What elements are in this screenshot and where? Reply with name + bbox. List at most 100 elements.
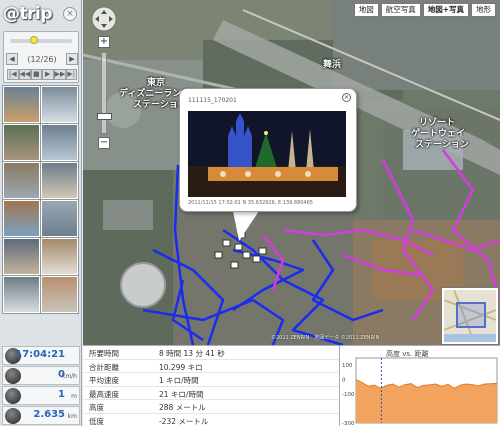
summary-row: 低度 -232 メートル: [83, 414, 339, 426]
speed-stat: 0 km/h: [2, 366, 80, 385]
map-type-satellite[interactable]: 航空写真: [380, 3, 421, 17]
summary-row: 平均速度 1 キロ/時間: [83, 373, 339, 387]
photo-thumbnail[interactable]: [2, 199, 41, 238]
photo-thumbnail[interactable]: [2, 85, 41, 124]
map-type-terrain[interactable]: 地形: [471, 3, 496, 17]
overview-minimap[interactable]: [441, 287, 499, 345]
photo-thumbnail[interactable]: [2, 275, 41, 314]
map-copyright: ©2011 ZENRIN - 地図データ ©2011 ZENRIN: [271, 335, 380, 341]
photo-pin-icon[interactable]: [258, 247, 267, 255]
summary-label: 合計距離: [89, 362, 119, 372]
left-sidebar: @trip × ◀ (12/26) ▶ |◀ ◀◀ ■ ▶ ▶▶ ▶| 17:0…: [0, 0, 82, 426]
next-photo-button[interactable]: ▶: [65, 53, 78, 65]
photo-player: ◀ (12/26) ▶ |◀ ◀◀ ■ ▶ ▶▶ ▶|: [3, 31, 79, 83]
y-tick-label: -100: [342, 392, 355, 398]
prev-photo-button[interactable]: ◀: [6, 53, 18, 65]
photo-pin-icon[interactable]: [222, 239, 231, 247]
summary-label: 最高速度: [89, 389, 119, 399]
summary-label: 高度: [89, 403, 104, 412]
playback-slider[interactable]: [10, 36, 72, 44]
logo-text: @trip: [3, 4, 53, 24]
rewind-button[interactable]: ◀◀: [18, 69, 31, 80]
photo-thumbnail[interactable]: [40, 85, 79, 124]
zoom-in-button[interactable]: +: [98, 36, 110, 48]
summary-label: 低度: [89, 416, 104, 426]
close-icon[interactable]: ×: [63, 7, 77, 21]
summary-label: 平均速度: [89, 376, 119, 385]
zoom-handle[interactable]: [97, 113, 112, 120]
satellite-map[interactable]: 地図 航空写真 地図+写真 地形 + − 東京 ディズニーランド ステーション …: [83, 0, 500, 345]
counter-row: ◀ (12/26) ▶: [6, 52, 78, 66]
summary-value: -232 メートル: [159, 416, 209, 426]
speed-unit: km/h: [61, 373, 77, 380]
distance-stat: 2.635 km: [2, 406, 80, 425]
photo-popup: 111115_170201 × 2011/11/15 17:02:01 N 35…: [179, 88, 357, 212]
elevation-chart: 高度 vs. 距離 100 0 -100 -300: [339, 345, 500, 426]
summary-label: 所要時間: [89, 349, 119, 358]
photo-thumbnail-grid: [2, 85, 79, 340]
zoom-out-button[interactable]: −: [98, 137, 110, 149]
photo-thumbnail[interactable]: [2, 161, 41, 200]
app-root: @trip × ◀ (12/26) ▶ |◀ ◀◀ ■ ▶ ▶▶ ▶| 17:0…: [0, 0, 500, 426]
photo-thumbnail[interactable]: [40, 275, 79, 314]
stop-button[interactable]: ■: [30, 69, 42, 80]
altimeter-icon: [5, 388, 21, 404]
app-logo: @trip ×: [3, 4, 79, 28]
live-stats: 17:04:21 0 km/h 1 m 2.635 km: [0, 344, 82, 426]
photo-counter: (12/26): [27, 54, 57, 64]
pan-control-icon[interactable]: [91, 6, 117, 32]
map-type-map[interactable]: 地図: [353, 3, 379, 17]
popup-close-icon[interactable]: ×: [342, 93, 351, 102]
zoom-slider[interactable]: [97, 52, 112, 134]
time-value: 17:04:21: [15, 349, 65, 360]
popup-tail: [233, 211, 259, 241]
elevation-plot[interactable]: 100 0 -100 -300: [340, 346, 500, 426]
summary-row: 所要時間 8 時間 13 分 41 秒: [83, 346, 339, 360]
photo-thumbnail[interactable]: [40, 199, 79, 238]
photo-pin-icon[interactable]: [252, 255, 261, 263]
summary-value: 1 キロ/時間: [159, 376, 199, 385]
slider-knob[interactable]: [29, 36, 38, 44]
distance-value: 2.635: [33, 409, 65, 420]
popup-caption: 2011/11/15 17:02:01 N 35.632926, E 139.8…: [188, 200, 313, 206]
map-navigation: + −: [89, 6, 119, 156]
first-button[interactable]: |◀: [7, 69, 19, 80]
summary-value: 8 時間 13 分 41 秒: [159, 349, 225, 358]
trip-summary: 所要時間 8 時間 13 分 41 秒合計距離 10.299 キロ平均速度 1 キロ/…: [83, 345, 339, 426]
map-label-maihama: 舞浜: [323, 60, 342, 70]
altitude-stat: 1 m: [2, 386, 80, 405]
altitude-value: 1: [58, 389, 65, 400]
altitude-unit: m: [71, 393, 77, 400]
photo-thumbnail[interactable]: [2, 237, 41, 276]
shoe-icon: [5, 408, 21, 424]
summary-value: 288 メートル: [159, 403, 206, 412]
summary-row: 合計距離 10.299 キロ: [83, 360, 339, 373]
last-button[interactable]: ▶|: [65, 69, 77, 80]
play-button[interactable]: ▶: [42, 69, 54, 80]
photo-thumbnail[interactable]: [40, 161, 79, 200]
minimap-viewport[interactable]: [456, 302, 486, 328]
photo-thumbnail[interactable]: [40, 237, 79, 276]
forward-button[interactable]: ▶▶: [53, 69, 66, 80]
time-stat: 17:04:21: [2, 346, 80, 365]
map-type-switcher: 地図 航空写真 地図+写真 地形: [353, 3, 496, 17]
summary-row: 高度 288 メートル: [83, 400, 339, 414]
photo-pin-icon[interactable]: [230, 261, 239, 269]
map-label-station-2: ステーション: [415, 140, 469, 150]
popup-title: 111115_170201: [188, 97, 237, 104]
map-type-hybrid[interactable]: 地図+写真: [422, 3, 469, 17]
popup-photo[interactable]: [188, 111, 346, 197]
photo-thumbnail[interactable]: [2, 123, 41, 162]
photo-pin-icon[interactable]: [242, 251, 251, 259]
summary-value: 21 キロ/時間: [159, 389, 204, 399]
photo-pin-icon[interactable]: [214, 251, 223, 259]
y-tick-label: 0: [342, 378, 346, 384]
summary-row: 最高速度 21 キロ/時間: [83, 387, 339, 400]
photo-thumbnail[interactable]: [40, 123, 79, 162]
y-tick-label: 100: [342, 363, 353, 369]
distance-unit: km: [67, 413, 77, 420]
y-tick-label: -300: [342, 421, 355, 426]
photo-pin-icon[interactable]: [234, 243, 243, 251]
summary-value: 10.299 キロ: [159, 362, 203, 372]
speedometer-icon: [5, 368, 21, 384]
